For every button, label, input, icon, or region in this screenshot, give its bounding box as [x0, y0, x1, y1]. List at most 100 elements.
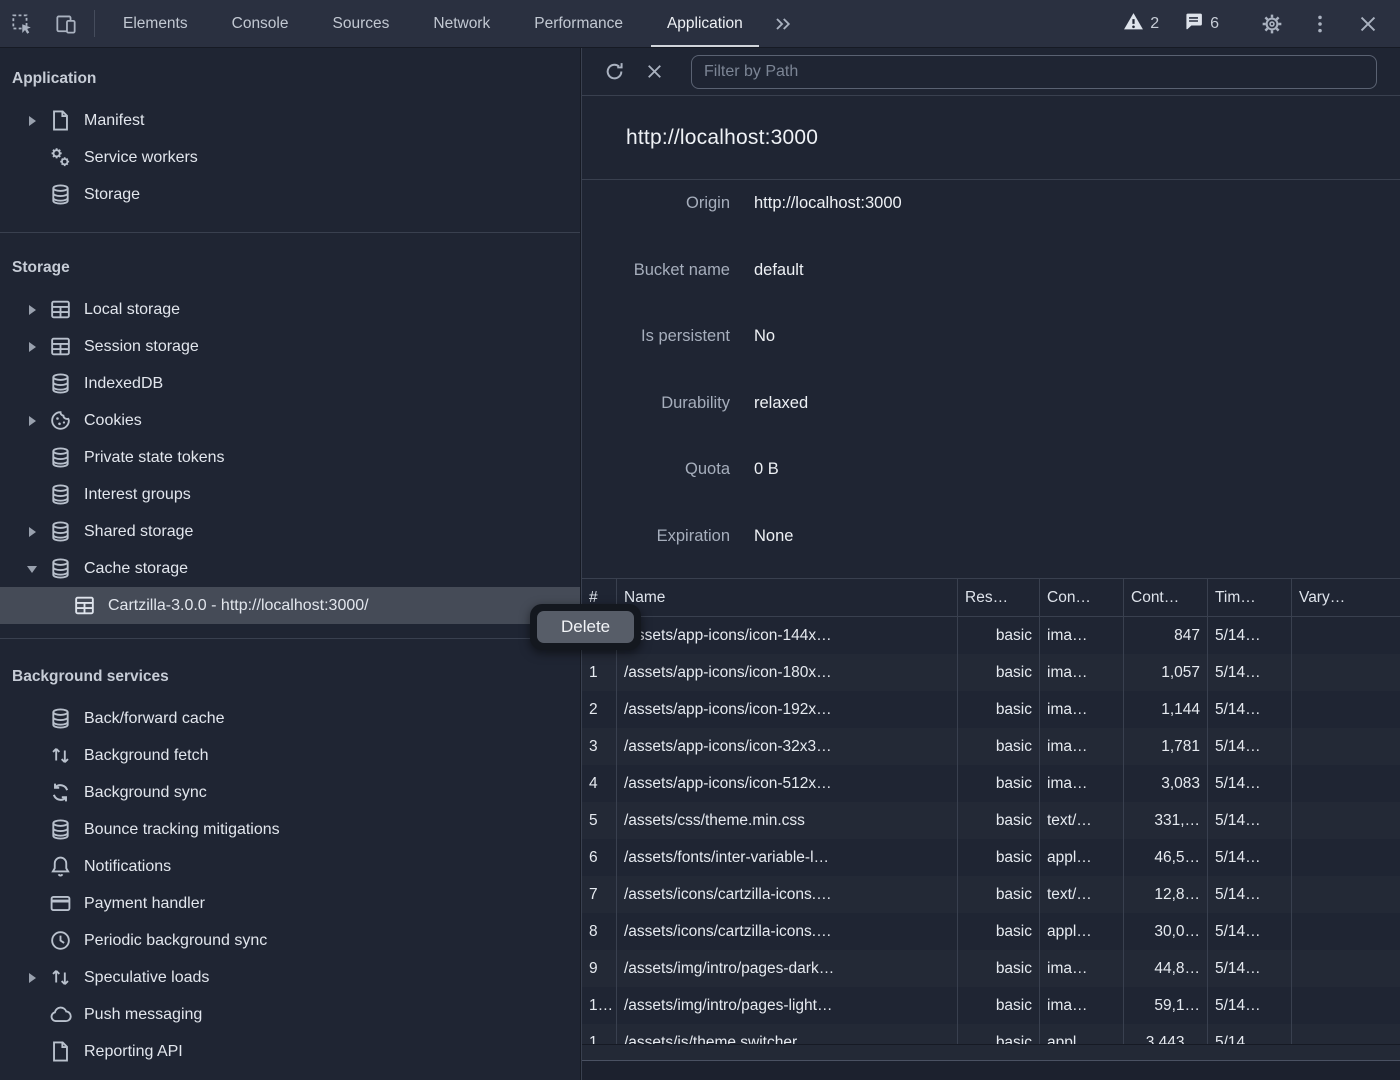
expander-icon[interactable]	[24, 822, 40, 838]
tree-item[interactable]: Service workers	[0, 139, 580, 176]
cache-entry-row[interactable]: 0 /assets/app-icons/icon-144x… basic ima…	[582, 617, 1400, 654]
cell-time-cached: 5/14…	[1207, 617, 1291, 654]
tree-item[interactable]: Cookies	[0, 402, 580, 439]
cache-entry-row[interactable]: 3 /assets/app-icons/icon-32x3… basic ima…	[582, 728, 1400, 765]
expander-icon[interactable]	[24, 150, 40, 166]
tree-item[interactable]: Background fetch	[0, 737, 580, 774]
messages-badge[interactable]: 6	[1173, 11, 1229, 37]
expander-icon[interactable]	[24, 339, 40, 355]
panel-tab[interactable]: Network	[411, 0, 512, 47]
expander-icon[interactable]	[24, 413, 40, 429]
tree-item[interactable]: Back/forward cache	[0, 700, 580, 737]
tree-item[interactable]: Background sync	[0, 774, 580, 811]
settings-button[interactable]	[1250, 13, 1294, 35]
refresh-button[interactable]	[597, 55, 631, 89]
cell-vary	[1291, 913, 1400, 950]
horizontal-scrollbar[interactable]	[582, 1044, 1400, 1061]
tree-item[interactable]: Private state tokens	[0, 439, 580, 476]
cell-content-length: 1,781	[1123, 728, 1207, 765]
context-menu: Delete	[530, 604, 641, 650]
inspect-element-button[interactable]	[0, 0, 44, 47]
panel-tab[interactable]: Performance	[512, 0, 645, 47]
expander-icon[interactable]	[24, 896, 40, 912]
tree-item[interactable]: Cartzilla-3.0.0 - http://localhost:3000/	[0, 587, 580, 624]
expander-icon[interactable]	[48, 598, 64, 614]
tree-item[interactable]: Session storage	[0, 328, 580, 365]
device-toolbar-button[interactable]	[44, 0, 88, 47]
cache-entry-row[interactable]: 9 /assets/img/intro/pages-dark… basic im…	[582, 950, 1400, 987]
expander-icon[interactable]	[24, 561, 40, 577]
column-header-time-cached[interactable]: Tim…	[1207, 579, 1291, 616]
cache-entry-row[interactable]: 2 /assets/app-icons/icon-192x… basic ima…	[582, 691, 1400, 728]
expander-icon[interactable]	[24, 785, 40, 801]
expander-icon[interactable]	[24, 748, 40, 764]
expander-icon[interactable]	[24, 450, 40, 466]
expander-icon[interactable]	[24, 302, 40, 318]
panel-tab[interactable]: Console	[210, 0, 311, 47]
origin-title: http://localhost:3000	[626, 126, 818, 150]
database-icon	[48, 183, 72, 207]
cell-time-cached: 5/14…	[1207, 987, 1291, 1024]
filter-by-path-input[interactable]	[691, 55, 1377, 89]
cell-num: 1…	[582, 987, 616, 1024]
more-tabs-button[interactable]	[765, 0, 801, 47]
cache-entry-row[interactable]: 1… /assets/js/theme.switcher… basic appl…	[582, 1024, 1400, 1044]
expander-icon[interactable]	[24, 187, 40, 203]
expander-icon[interactable]	[24, 487, 40, 503]
cell-vary	[1291, 765, 1400, 802]
cache-entry-row[interactable]: 4 /assets/app-icons/icon-512x… basic ima…	[582, 765, 1400, 802]
cache-entry-row[interactable]: 1… /assets/img/intro/pages-light… basic …	[582, 987, 1400, 1024]
panel-tab[interactable]: Application	[645, 0, 765, 47]
database-icon	[48, 818, 72, 842]
tree-item[interactable]: Notifications	[0, 848, 580, 885]
cache-table-rows: 0 /assets/app-icons/icon-144x… basic ima…	[582, 617, 1400, 1044]
tree-item[interactable]: Payment handler	[0, 885, 580, 922]
expander-icon[interactable]	[24, 711, 40, 727]
menu-button[interactable]	[1298, 13, 1342, 35]
tree-item[interactable]: Cache storage	[0, 550, 580, 587]
tree-item[interactable]: IndexedDB	[0, 365, 580, 402]
tree-item[interactable]: Periodic background sync	[0, 922, 580, 959]
cache-entry-row[interactable]: 6 /assets/fonts/inter-variable-l… basic …	[582, 839, 1400, 876]
expander-icon[interactable]	[24, 933, 40, 949]
cache-entry-row[interactable]: 7 /assets/icons/cartzilla-icons.… basic …	[582, 876, 1400, 913]
column-header-response-type[interactable]: Res…	[957, 579, 1039, 616]
expander-icon[interactable]	[24, 524, 40, 540]
tree-item[interactable]: Bounce tracking mitigations	[0, 811, 580, 848]
close-devtools-button[interactable]	[1346, 13, 1390, 35]
column-header-vary[interactable]: Vary…	[1291, 579, 1400, 616]
delete-selected-button[interactable]	[637, 55, 671, 89]
cell-name: /assets/img/intro/pages-dark…	[616, 950, 957, 987]
expander-icon[interactable]	[24, 970, 40, 986]
column-header-content-length[interactable]: Cont…	[1123, 579, 1207, 616]
expander-icon[interactable]	[24, 1044, 40, 1060]
tree-item[interactable]: Interest groups	[0, 476, 580, 513]
cell-vary	[1291, 1024, 1400, 1044]
tree-item[interactable]: Manifest	[0, 102, 580, 139]
cell-response-type: basic	[957, 876, 1039, 913]
expander-icon[interactable]	[24, 113, 40, 129]
panel-tab[interactable]: Sources	[311, 0, 412, 47]
cache-entry-row[interactable]: 1 /assets/app-icons/icon-180x… basic ima…	[582, 654, 1400, 691]
tree-item[interactable]: Storage	[0, 176, 580, 213]
meta-value: None	[754, 523, 1400, 549]
tree-item[interactable]: Shared storage	[0, 513, 580, 550]
tree-item[interactable]: Local storage	[0, 291, 580, 328]
warnings-badge[interactable]: 2	[1113, 11, 1169, 37]
message-count: 6	[1210, 15, 1219, 33]
tree-item[interactable]: Speculative loads	[0, 959, 580, 996]
column-header-content-type[interactable]: Con…	[1039, 579, 1123, 616]
delete-menu-item[interactable]: Delete	[537, 611, 634, 643]
tree-item[interactable]: Push messaging	[0, 996, 580, 1033]
expander-icon[interactable]	[24, 859, 40, 875]
cache-entry-row[interactable]: 8 /assets/icons/cartzilla-icons.… basic …	[582, 913, 1400, 950]
panel-tab[interactable]: Elements	[101, 0, 210, 47]
cache-entry-row[interactable]: 5 /assets/css/theme.min.css basic text/……	[582, 802, 1400, 839]
column-header-name[interactable]: Name	[616, 579, 957, 616]
expander-icon[interactable]	[24, 376, 40, 392]
cell-num: 1…	[582, 1024, 616, 1044]
cell-time-cached: 5/14…	[1207, 876, 1291, 913]
cell-content-length: 59,1…	[1123, 987, 1207, 1024]
tree-item[interactable]: Reporting API	[0, 1033, 580, 1070]
expander-icon[interactable]	[24, 1007, 40, 1023]
